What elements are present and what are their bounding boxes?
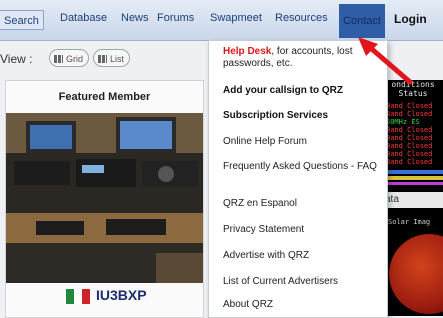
list-view-label: List [110, 54, 125, 64]
band-status-line: Band Closed [386, 158, 433, 166]
nav-forums[interactable]: Forums [157, 12, 194, 24]
menu-item-online-help-forum[interactable]: Online Help Forum [223, 136, 385, 148]
solar-image[interactable] [389, 234, 443, 314]
signal-bar [383, 170, 443, 174]
signal-bar [383, 176, 443, 180]
featured-member-title: Featured Member [58, 91, 151, 103]
nav-news[interactable]: News [121, 12, 149, 24]
band-status-line: Band Closed [386, 102, 433, 110]
band-status-line: Band Closed [386, 150, 433, 158]
nav-search-tab[interactable]: Search [0, 10, 44, 30]
solar-image-label: Solar Imag [388, 218, 431, 226]
band-status-line: Band Closed [386, 142, 433, 150]
nav-login[interactable]: Login [394, 12, 427, 26]
band-status-line: Band Closed [386, 126, 433, 134]
data-label: ata [383, 192, 443, 208]
help-desk-item[interactable]: Help Desk, for accounts, lost passwords,… [223, 46, 385, 70]
featured-member-callsign[interactable]: IU3BXP [96, 287, 147, 303]
top-nav: Search Database News Forums Swapmeet Res… [0, 0, 443, 41]
view-label: View : [0, 52, 33, 66]
menu-item-faq[interactable]: Frequently Asked Questions - FAQ [223, 161, 385, 173]
conditions-title: onditions [391, 80, 435, 89]
menu-item-qrz-espanol[interactable]: QRZ en Espanol [223, 198, 385, 210]
italy-flag-icon [66, 289, 90, 304]
list-icon [98, 55, 107, 63]
menu-item-about-qrz[interactable]: About QRZ [223, 299, 385, 311]
nav-swapmeet[interactable]: Swapmeet [210, 12, 262, 24]
nav-database[interactable]: Database [60, 12, 107, 24]
menu-item-advertisers-list[interactable]: List of Current Advertisers [223, 276, 385, 288]
radio-shack-photo [6, 113, 203, 283]
band-status-line: 50MHz ES [386, 118, 420, 126]
nav-contact[interactable]: Contact [339, 4, 385, 38]
contact-dropdown-menu: Help Desk, for accounts, lost passwords,… [208, 40, 388, 318]
conditions-status-label: Status [398, 89, 428, 98]
list-view-button[interactable]: List [93, 49, 131, 67]
grid-view-button[interactable]: Grid [49, 49, 90, 67]
grid-view-label: Grid [66, 54, 84, 64]
menu-item-subscription-services[interactable]: Subscription Services [223, 110, 385, 122]
menu-item-privacy-statement[interactable]: Privacy Statement [223, 224, 385, 236]
grid-icon [54, 55, 63, 63]
nav-resources[interactable]: Resources [275, 12, 328, 24]
band-status-line: Band Closed [386, 110, 433, 118]
menu-item-add-callsign[interactable]: Add your callsign to QRZ [223, 85, 385, 97]
help-desk-title[interactable]: Help Desk [223, 46, 271, 57]
view-toggle-row: View : Grid List [0, 48, 180, 70]
band-status-line: Band Closed [386, 134, 433, 142]
featured-member-panel: Featured Member IU3BXP [5, 80, 204, 318]
conditions-header: onditions Status [385, 80, 441, 98]
signal-bar [383, 182, 443, 185]
featured-member-photo[interactable] [6, 113, 203, 283]
menu-item-advertise[interactable]: Advertise with QRZ [223, 250, 385, 262]
band-conditions-panel: onditions Status Band Closed Band Closed… [383, 80, 443, 316]
